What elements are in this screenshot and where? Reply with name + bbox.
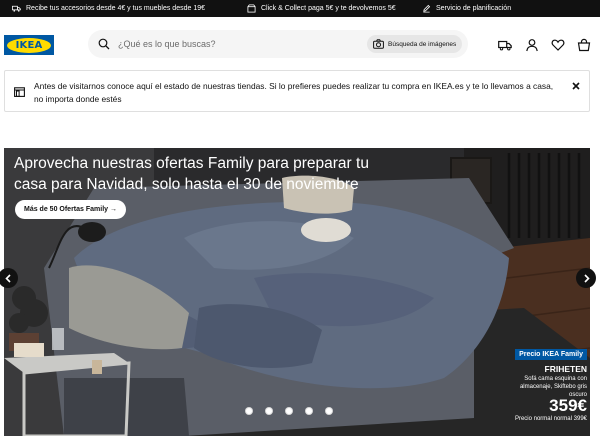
promo-delivery-text: Recibe tus accesorios desde 4€ y tus mue… [26, 5, 205, 12]
carousel-dot-5[interactable] [325, 407, 333, 415]
search-bar[interactable]: Búsqueda de imágenes [88, 30, 468, 58]
product-price: 359€ [549, 396, 587, 415]
carousel-dots [245, 407, 333, 415]
store-icon [247, 4, 256, 13]
ikea-logo[interactable]: IKEA [4, 35, 54, 55]
shopping-bag-icon[interactable] [577, 38, 591, 52]
image-search-label: Búsqueda de imágenes [388, 40, 457, 48]
promo-planning-text: Servicio de planificación [436, 5, 512, 12]
user-icon[interactable] [525, 38, 539, 52]
carousel-dot-3[interactable] [285, 407, 293, 415]
product-normal-price: Precio normal normal 399€ [514, 416, 587, 422]
product-name: FRIHETEN [544, 364, 588, 374]
promo-planning[interactable]: Servicio de planificación [422, 0, 511, 17]
hero-title: Aprovecha nuestras ofertas Family para p… [14, 155, 369, 193]
search-icon [98, 38, 110, 50]
carousel-dot-2[interactable] [265, 407, 273, 415]
carousel-next-button[interactable] [576, 268, 596, 288]
family-offers-button[interactable]: Más de 50 Ofertas Family → [15, 200, 126, 219]
carousel-dot-1[interactable] [245, 407, 253, 415]
promo-delivery[interactable]: Recibe tus accesorios desde 4€ y tus mue… [12, 0, 205, 17]
store-status-notice: Antes de visitarnos conoce aquí el estad… [4, 70, 590, 112]
logo-text: IKEA [15, 39, 43, 51]
pencil-icon [423, 4, 431, 13]
heart-icon[interactable] [551, 38, 565, 52]
promo-click-collect[interactable]: Click & Collect paga 5€ y te devolvemos … [247, 0, 396, 17]
camera-icon [373, 39, 384, 49]
hero-banner[interactable]: Aprovecha nuestras ofertas Family para p… [4, 148, 590, 436]
search-input[interactable] [118, 36, 348, 52]
chevron-left-icon [4, 273, 11, 283]
store-icon [14, 87, 25, 97]
site-header: IKEA Búsqueda de imágenes [0, 17, 600, 69]
image-search-button[interactable]: Búsqueda de imágenes [367, 35, 462, 53]
delivery-truck-icon[interactable] [498, 38, 512, 52]
chevron-right-icon [583, 273, 590, 283]
family-price-badge: Precio IKEA Family [515, 349, 587, 360]
promo-bar: Recibe tus accesorios desde 4€ y tus mue… [0, 0, 600, 17]
promo-click-collect-text: Click & Collect paga 5€ y te devolvemos … [261, 5, 396, 12]
carousel-dot-4[interactable] [305, 407, 313, 415]
notice-text[interactable]: Antes de visitarnos conoce aquí el estad… [34, 80, 554, 106]
logo-oval: IKEA [7, 37, 51, 53]
truck-icon [12, 5, 21, 12]
close-icon[interactable] [571, 81, 581, 91]
